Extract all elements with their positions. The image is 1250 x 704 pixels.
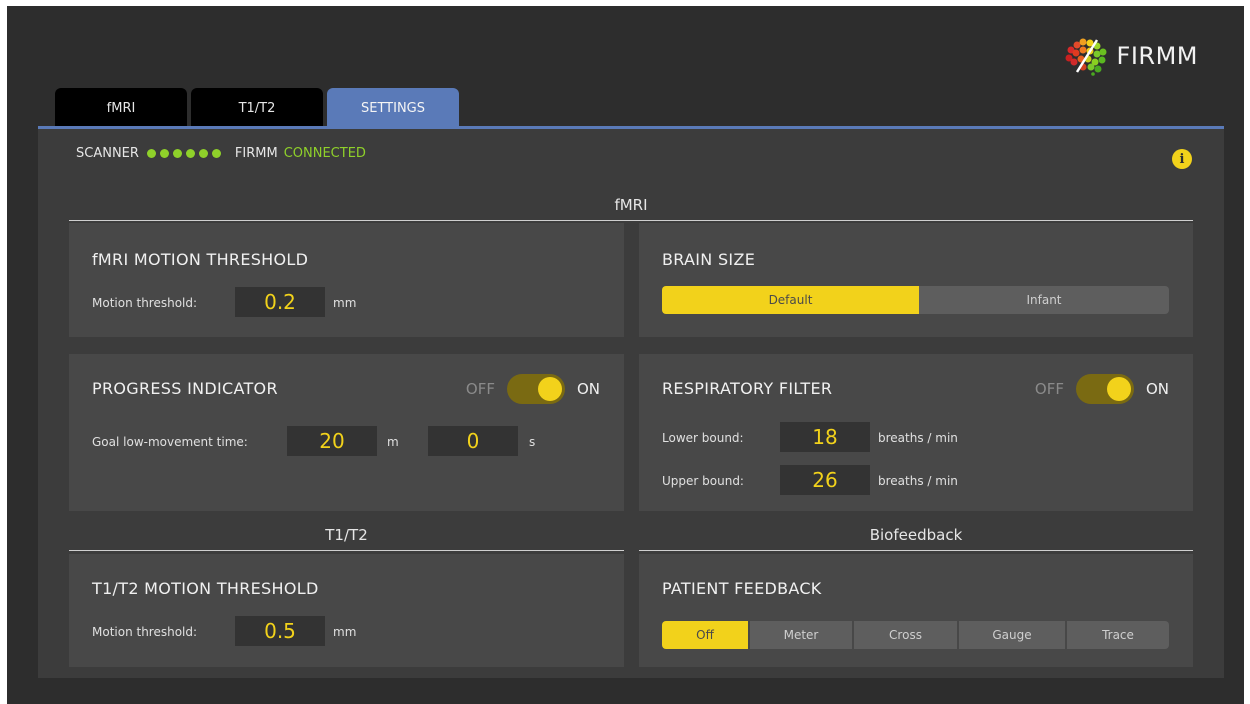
card-title: BRAIN SIZE xyxy=(662,250,756,269)
status-dot xyxy=(211,149,221,158)
t1t2-motion-threshold-input[interactable]: 0.5 xyxy=(235,616,325,646)
lower-bound-label: Lower bound: xyxy=(662,431,744,445)
seconds-unit: s xyxy=(529,435,536,449)
brain-size-selector: Default Infant xyxy=(662,286,1169,314)
minutes-unit: m xyxy=(387,435,399,449)
card-title: fMRI MOTION THRESHOLD xyxy=(92,250,309,269)
connection-status-bar: SCANNER FIRMM CONNECTED xyxy=(76,146,366,161)
connection-status-text: CONNECTED xyxy=(283,146,366,161)
feedback-option-trace[interactable]: Trace xyxy=(1067,621,1169,649)
section-header-t1t2: T1/T2 xyxy=(69,526,624,551)
brain-size-option-default[interactable]: Default xyxy=(662,286,919,314)
respiratory-filter-toggle[interactable] xyxy=(1075,374,1134,404)
toggle-off-label: OFF xyxy=(1034,380,1064,398)
settings-panel: SCANNER FIRMM CONNECTED i fMRI fMRI MOTI… xyxy=(38,129,1224,678)
goal-time-label: Goal low-movement time: xyxy=(92,435,248,449)
upper-bound-input[interactable]: 26 xyxy=(780,465,870,495)
card-title: RESPIRATORY FILTER xyxy=(662,379,833,398)
feedback-option-cross[interactable]: Cross xyxy=(854,621,957,649)
brand-name: FIRMM xyxy=(1116,42,1198,70)
motion-threshold-unit: mm xyxy=(333,296,357,310)
fmri-motion-threshold-card: fMRI MOTION THRESHOLD Motion threshold: … xyxy=(69,223,624,337)
toggle-off-label: OFF xyxy=(465,380,495,398)
respiratory-filter-toggle-group: OFF ON xyxy=(1035,374,1169,404)
firmm-brain-logo-icon xyxy=(1065,38,1107,76)
feedback-option-gauge[interactable]: Gauge xyxy=(959,621,1065,649)
firmm-app-window: FIRMM fMRI T1/T2 SETTINGS SCANNER FIRMM … xyxy=(7,6,1244,704)
fmri-motion-threshold-input[interactable]: 0.2 xyxy=(235,287,325,317)
info-icon[interactable]: i xyxy=(1172,149,1192,169)
card-title: PROGRESS INDICATOR xyxy=(92,379,278,398)
tab-settings[interactable]: SETTINGS xyxy=(327,88,459,129)
card-title: T1/T2 MOTION THRESHOLD xyxy=(92,579,319,598)
lower-bound-input[interactable]: 18 xyxy=(780,422,870,452)
patient-feedback-card: PATIENT FEEDBACK Off Meter Cross Gauge T… xyxy=(639,554,1193,667)
toggle-knob xyxy=(537,377,562,401)
toggle-knob xyxy=(1106,377,1131,401)
tab-fmri[interactable]: fMRI xyxy=(55,88,187,128)
progress-indicator-toggle[interactable] xyxy=(506,374,565,404)
status-dot xyxy=(146,149,156,158)
section-header-biofeedback: Biofeedback xyxy=(639,526,1193,551)
progress-indicator-card: PROGRESS INDICATOR OFF ON Goal low-movem… xyxy=(69,354,624,511)
scanner-label: SCANNER xyxy=(76,146,139,161)
brain-size-option-infant[interactable]: Infant xyxy=(919,286,1169,314)
section-header-fmri: fMRI xyxy=(69,196,1193,221)
goal-minutes-input[interactable]: 20 xyxy=(287,426,377,456)
motion-threshold-label: Motion threshold: xyxy=(92,296,198,310)
tab-bar: fMRI T1/T2 SETTINGS xyxy=(55,88,459,129)
t1t2-motion-threshold-card: T1/T2 MOTION THRESHOLD Motion threshold:… xyxy=(69,554,624,667)
status-dot xyxy=(185,149,195,158)
toggle-on-label: ON xyxy=(576,380,600,398)
status-dot xyxy=(198,149,208,158)
patient-feedback-selector: Off Meter Cross Gauge Trace xyxy=(662,621,1169,649)
status-dot xyxy=(159,149,169,158)
motion-threshold-unit: mm xyxy=(333,625,357,639)
feedback-option-meter[interactable]: Meter xyxy=(750,621,852,649)
card-title: PATIENT FEEDBACK xyxy=(662,579,822,598)
motion-threshold-label: Motion threshold: xyxy=(92,625,198,639)
lower-bound-unit: breaths / min xyxy=(878,431,958,445)
brain-size-card: BRAIN SIZE Default Infant xyxy=(639,223,1193,337)
firmm-label: FIRMM xyxy=(234,146,278,161)
scanner-indicator-dots xyxy=(146,149,221,158)
feedback-option-off[interactable]: Off xyxy=(662,621,748,649)
toggle-on-label: ON xyxy=(1145,380,1169,398)
goal-seconds-input[interactable]: 0 xyxy=(428,426,518,456)
status-dot xyxy=(172,149,182,158)
upper-bound-unit: breaths / min xyxy=(878,474,958,488)
brand: FIRMM xyxy=(1063,36,1198,76)
upper-bound-label: Upper bound: xyxy=(662,474,744,488)
tab-t1t2[interactable]: T1/T2 xyxy=(191,88,323,128)
respiratory-filter-card: RESPIRATORY FILTER OFF ON Lower bound: 1… xyxy=(639,354,1193,511)
progress-indicator-toggle-group: OFF ON xyxy=(466,374,600,404)
